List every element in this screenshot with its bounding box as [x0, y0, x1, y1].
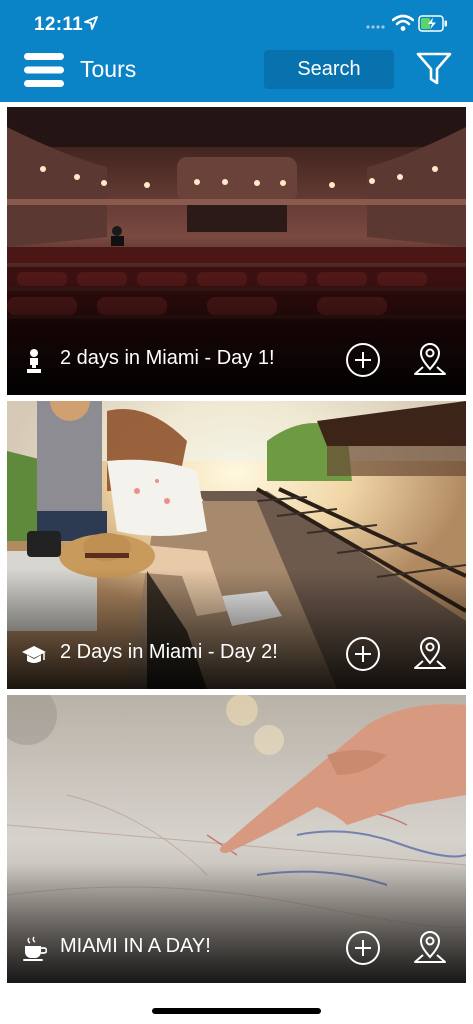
- status-time: 12:11: [34, 14, 84, 35]
- tour-title: 2 days in Miami - Day 1!: [60, 347, 275, 369]
- add-circle-icon[interactable]: [345, 636, 381, 672]
- person-statue-icon: [27, 349, 41, 373]
- cellular-signal-icon: [366, 25, 385, 29]
- hamburger-menu-icon[interactable]: [24, 52, 64, 88]
- coffee-cup-icon: [23, 936, 47, 961]
- wifi-icon: [392, 14, 414, 31]
- tour-card-footer: 2 days in Miami - Day 1!: [7, 325, 466, 395]
- map-marker-icon[interactable]: [413, 341, 447, 379]
- tour-card-footer: 2 Days in Miami - Day 2!: [7, 619, 466, 689]
- graduation-cap-icon: [22, 646, 46, 663]
- map-marker-icon[interactable]: [413, 929, 447, 967]
- tour-card[interactable]: 2 days in Miami - Day 1!: [7, 107, 466, 395]
- filter-funnel-icon[interactable]: [416, 52, 452, 86]
- map-marker-icon[interactable]: [413, 635, 447, 673]
- tour-card[interactable]: 2 Days in Miami - Day 2!: [7, 401, 466, 689]
- page-title: Tours: [80, 56, 137, 82]
- add-circle-icon[interactable]: [345, 930, 381, 966]
- top-bar: 12:11 Tours Search: [0, 0, 473, 102]
- location-arrow-icon: [84, 16, 98, 30]
- tour-card[interactable]: MIAMI IN A DAY!: [7, 695, 466, 983]
- add-circle-icon[interactable]: [345, 342, 381, 378]
- tour-title: MIAMI IN A DAY!: [60, 935, 211, 957]
- tour-card-footer: MIAMI IN A DAY!: [7, 913, 466, 983]
- home-indicator[interactable]: [152, 1008, 321, 1014]
- search-button[interactable]: Search: [264, 50, 394, 89]
- battery-charging-icon: [418, 15, 447, 32]
- tour-title: 2 Days in Miami - Day 2!: [60, 641, 278, 663]
